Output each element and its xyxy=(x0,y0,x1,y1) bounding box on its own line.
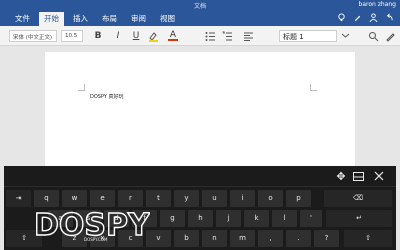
keyboard-toolbar: ✥ xyxy=(4,166,396,187)
key-h[interactable]: h xyxy=(188,210,213,227)
document-canvas: DOSPY 真好玩 xyxy=(0,46,400,172)
title-bar: 文档 baron zhang 文件 开始 插入 布局 审阅 视图 xyxy=(0,0,400,26)
move-icon[interactable]: ✥ xyxy=(334,170,348,184)
key-o[interactable]: o xyxy=(258,190,283,207)
ribbon-tabs: 文件 开始 插入 布局 审阅 视图 xyxy=(10,12,184,26)
key-v[interactable]: v xyxy=(146,230,171,247)
document-text[interactable]: DOSPY 真好玩 xyxy=(90,93,124,100)
key-p[interactable]: p xyxy=(286,190,311,207)
document-page[interactable]: DOSPY 真好玩 xyxy=(45,52,355,172)
edit-icon[interactable] xyxy=(353,13,362,22)
pen-icon[interactable] xyxy=(385,31,396,42)
font-color-button[interactable]: A xyxy=(168,29,178,41)
tab-review[interactable]: 审阅 xyxy=(126,12,151,26)
key-i[interactable]: i xyxy=(230,190,255,207)
key-t[interactable]: t xyxy=(146,190,171,207)
style-dropdown[interactable]: 标题 1 xyxy=(279,30,337,42)
backspace-key[interactable]: ⌫ xyxy=(324,190,392,207)
key-u[interactable]: u xyxy=(202,190,227,207)
key-comma[interactable]: , xyxy=(258,230,283,247)
chevron-down-icon[interactable] xyxy=(341,31,350,40)
shift-right-key[interactable]: ⇧ xyxy=(344,230,392,247)
key-apostrophe[interactable]: ' xyxy=(300,210,322,227)
key-f[interactable]: f xyxy=(132,210,157,227)
tab-view[interactable]: 视图 xyxy=(155,12,180,26)
search-icon[interactable] xyxy=(368,31,379,42)
key-period[interactable]: . xyxy=(286,230,311,247)
key-a[interactable]: a xyxy=(48,210,73,227)
tab-file[interactable]: 文件 xyxy=(10,12,35,26)
margin-corner-left xyxy=(78,84,85,91)
tab-insert[interactable]: 插入 xyxy=(68,12,93,26)
tab-layout[interactable]: 布局 xyxy=(97,12,122,26)
document-title: 文档 xyxy=(193,3,206,10)
key-q[interactable]: q xyxy=(34,190,59,207)
key-c[interactable]: c xyxy=(118,230,143,247)
underline-button[interactable]: U xyxy=(131,29,141,43)
dock-icon[interactable] xyxy=(353,172,364,181)
key-b[interactable]: b xyxy=(174,230,199,247)
key-g[interactable]: g xyxy=(160,210,185,227)
key-w[interactable]: w xyxy=(62,190,87,207)
italic-button[interactable]: I xyxy=(113,29,123,43)
tab-home[interactable]: 开始 xyxy=(39,12,64,26)
highlighter-icon[interactable] xyxy=(148,31,159,42)
key-l[interactable]: l xyxy=(272,210,297,227)
title-actions xyxy=(337,13,394,22)
key-n[interactable]: n xyxy=(202,230,227,247)
key-y[interactable]: y xyxy=(174,190,199,207)
key-j[interactable]: j xyxy=(216,210,241,227)
key-k[interactable]: k xyxy=(244,210,269,227)
key-s[interactable]: s xyxy=(76,210,101,227)
undo-icon[interactable] xyxy=(385,13,394,22)
key-e[interactable]: e xyxy=(90,190,115,207)
watermark-site: DOSPY.COM xyxy=(84,237,108,242)
font-name-dropdown[interactable]: 宋体 (中文正文) xyxy=(9,30,57,42)
ribbon-toolbar: 宋体 (中文正文) 10.5 B I U A 标题 1 xyxy=(0,26,400,46)
font-size-dropdown[interactable]: 10.5 xyxy=(61,30,83,42)
user-name[interactable]: baron zhang xyxy=(359,1,396,8)
on-screen-keyboard: ✥ ⇥ q w e r t y u i o p ⌫ a s d f g h j … xyxy=(4,166,396,250)
bold-button[interactable]: B xyxy=(93,29,103,43)
shift-left-key[interactable]: ⇧ xyxy=(6,230,42,247)
margin-corner-right xyxy=(310,84,317,91)
share-icon[interactable] xyxy=(369,13,378,22)
key-question[interactable]: ? xyxy=(314,230,339,247)
align-icon[interactable] xyxy=(243,31,254,42)
bullet-list-icon[interactable] xyxy=(205,31,216,42)
tab-key[interactable]: ⇥ xyxy=(6,190,31,207)
key-d[interactable]: d xyxy=(104,210,129,227)
key-m[interactable]: m xyxy=(230,230,255,247)
close-icon[interactable] xyxy=(374,171,384,181)
key-r[interactable]: r xyxy=(118,190,143,207)
lightbulb-icon[interactable] xyxy=(337,13,346,22)
enter-key[interactable]: ↵ xyxy=(326,210,392,227)
numbered-list-icon[interactable] xyxy=(222,31,233,42)
